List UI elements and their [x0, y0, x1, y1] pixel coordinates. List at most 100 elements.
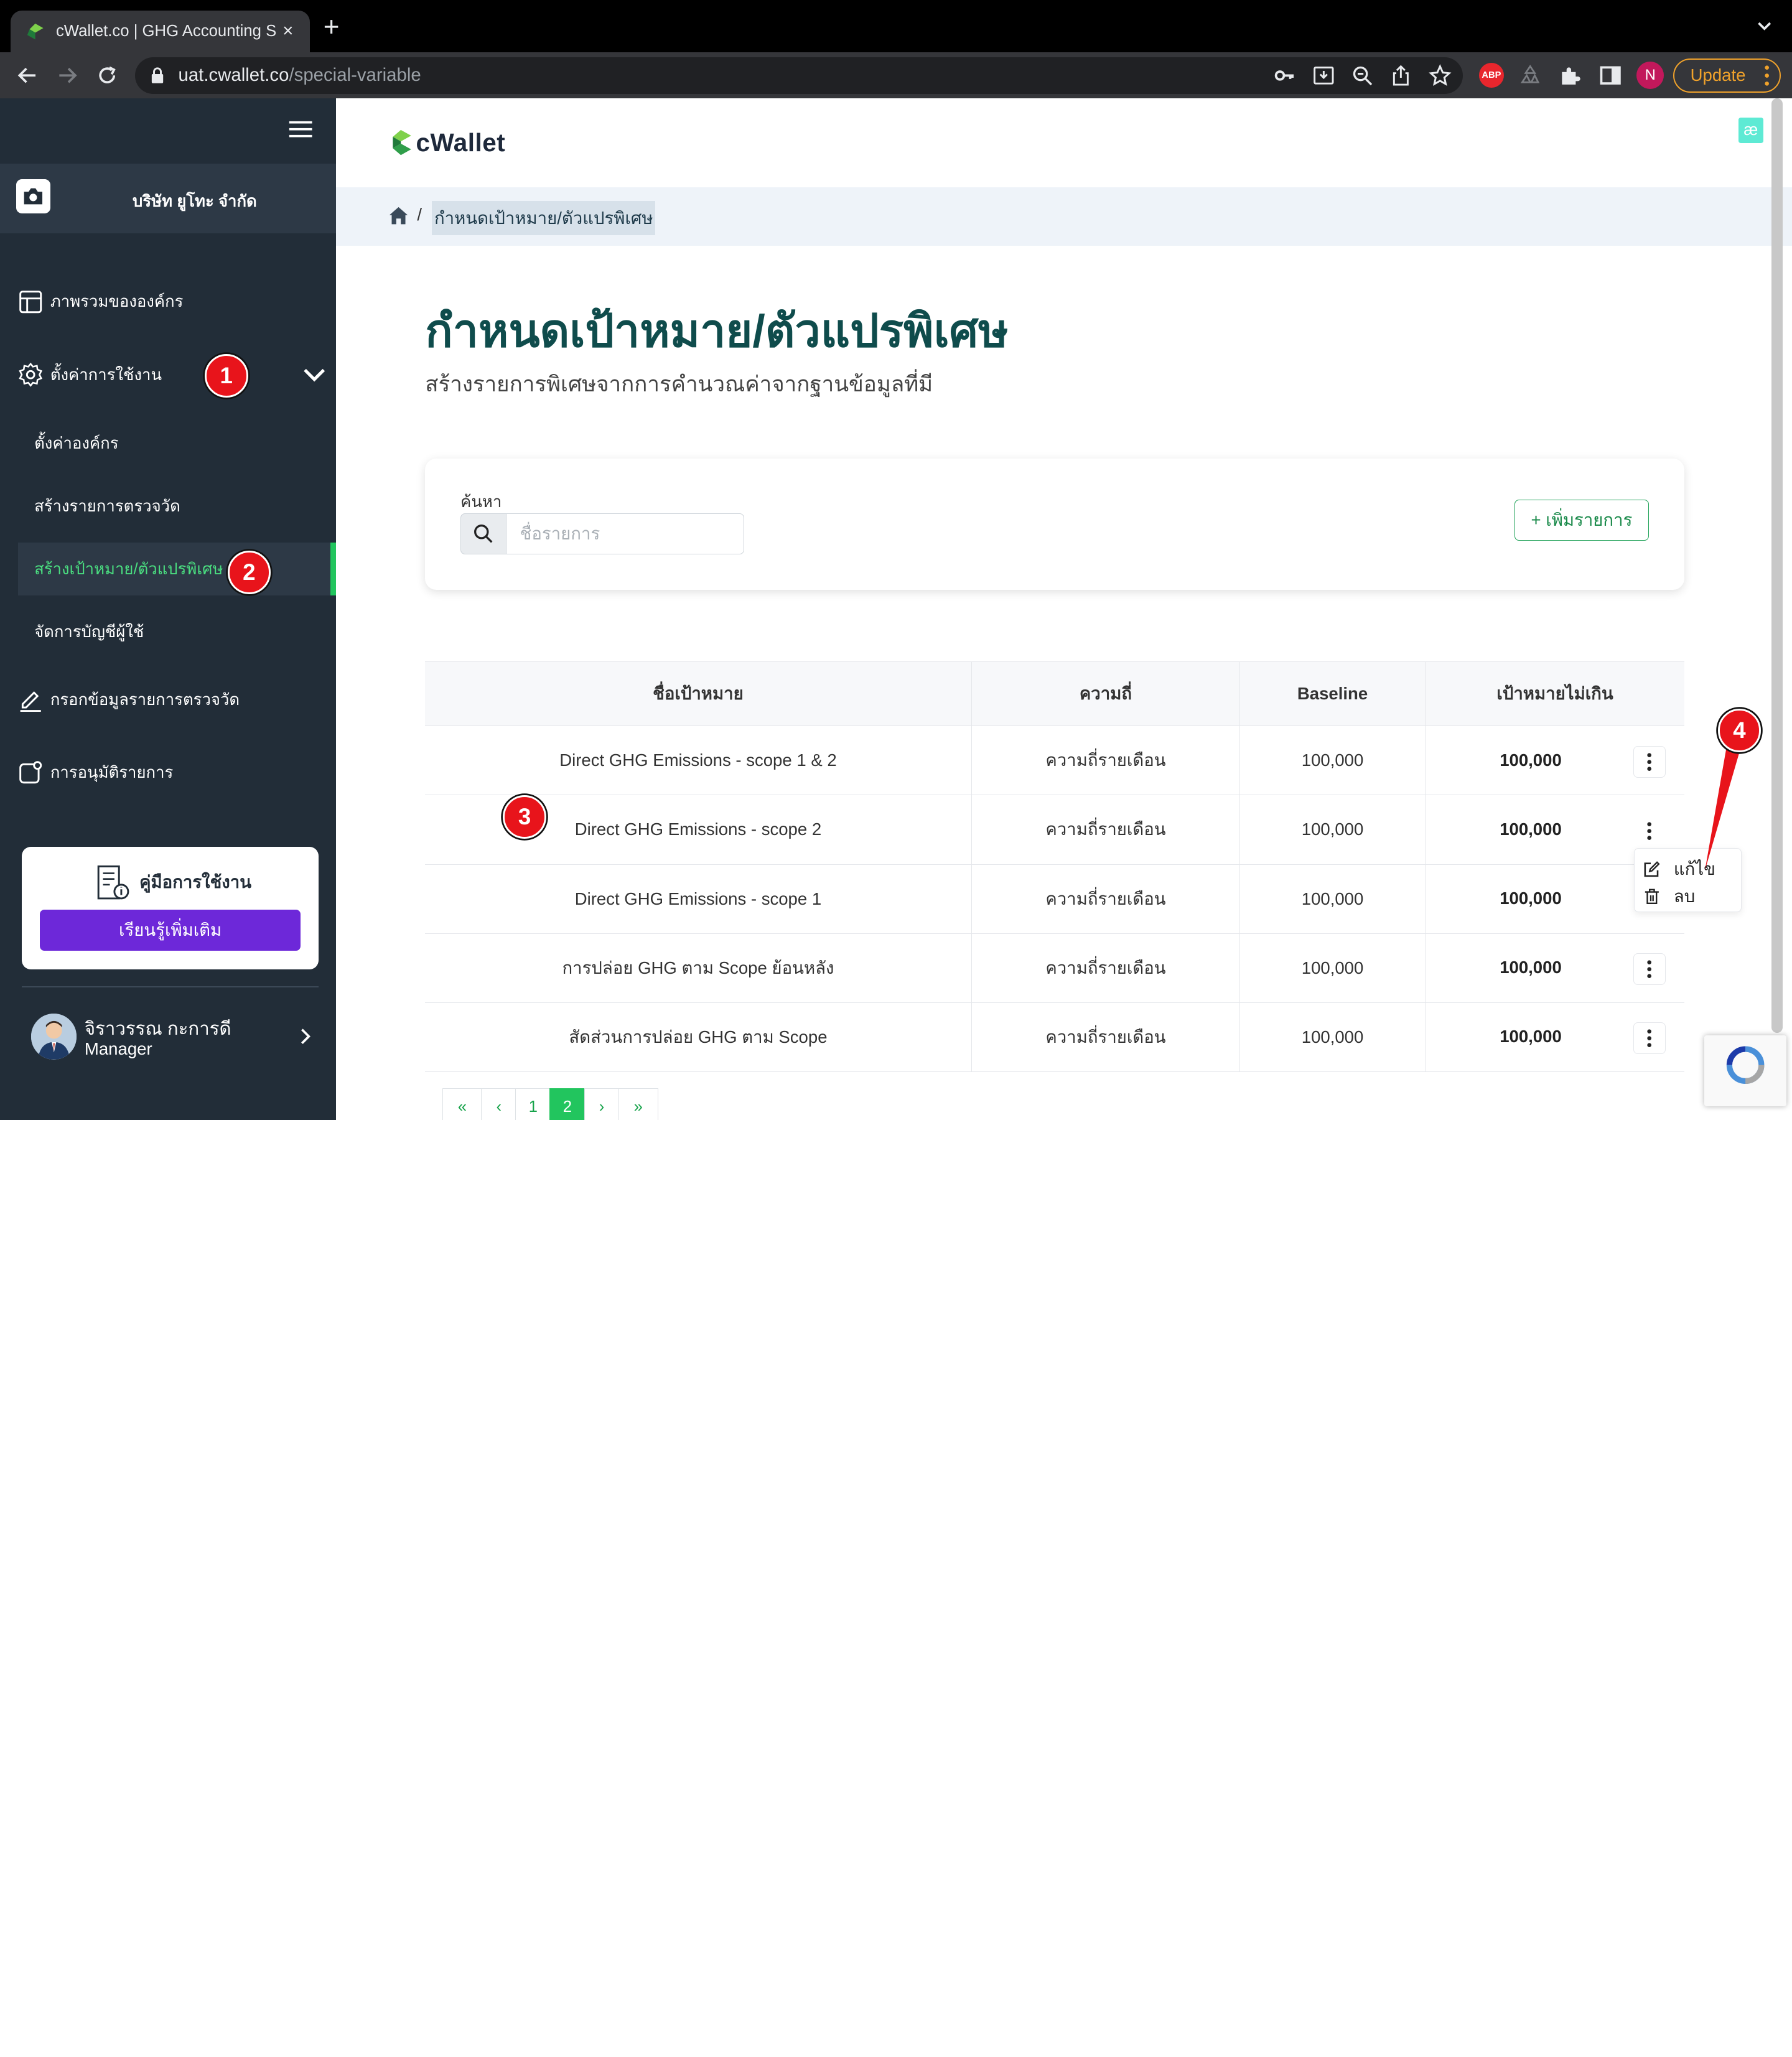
- column-header-name[interactable]: ชื่อเป้าหมาย: [425, 661, 972, 727]
- sidebar-item-settings[interactable]: ตั้งค่าการใช้งาน: [0, 352, 336, 398]
- key-icon[interactable]: [1273, 64, 1296, 87]
- more-vert-icon: [1647, 960, 1652, 978]
- page-subtitle: สร้างรายการพิเศษจากการคำนวณค่าจากฐานข้อม…: [425, 371, 933, 396]
- table-row: Direct GHG Emissions - scope 1 ความถี่รา…: [425, 864, 1685, 934]
- menu-item-label: ลบ: [1673, 886, 1696, 906]
- install-icon[interactable]: [1312, 64, 1335, 87]
- camera-icon[interactable]: [16, 179, 50, 214]
- more-vert-icon: [1647, 1029, 1652, 1047]
- annotation-marker-4: 4: [1717, 708, 1762, 752]
- browser-toolbar: uat.cwallet.co/special-variable: [0, 52, 1792, 98]
- cwallet-logo[interactable]: cWallet: [388, 128, 505, 157]
- sidebar-subitem-user-accounts[interactable]: จัดการบัญชีผู้ใช้: [18, 605, 336, 658]
- avatar[interactable]: [30, 1014, 77, 1060]
- page-last-button[interactable]: »: [618, 1088, 658, 1120]
- target-value: 100,000: [1500, 958, 1562, 977]
- tab-title: cWallet.co | GHG Accounting S: [55, 22, 277, 40]
- cell-frequency: ความถี่รายเดือน: [971, 725, 1241, 796]
- column-header-frequency[interactable]: ความถี่: [971, 661, 1241, 727]
- recaptcha-icon: [1726, 1046, 1764, 1084]
- annotation-marker-2: 2: [227, 551, 271, 595]
- reload-icon[interactable]: [95, 63, 119, 88]
- extensions-puzzle-icon[interactable]: [1557, 63, 1582, 88]
- sidebar-item-data-entry[interactable]: กรอกข้อมูลรายการตรวจวัด: [0, 676, 336, 722]
- sidebar-item-label: กรอกข้อมูลรายการตรวจวัด: [50, 691, 240, 709]
- sidebar-subitem-org-settings[interactable]: ตั้งค่าองค์กร: [18, 417, 336, 469]
- home-icon[interactable]: [388, 206, 409, 225]
- chevron-down-icon[interactable]: [302, 362, 327, 387]
- row-actions-button[interactable]: [1633, 953, 1666, 986]
- update-label: Update: [1690, 65, 1746, 85]
- pagination: « ‹ 1 2 › »: [442, 1088, 658, 1120]
- search-icon[interactable]: [460, 513, 506, 554]
- browser-tab[interactable]: cWallet.co | GHG Accounting S ×: [10, 10, 310, 53]
- gear-icon: [19, 362, 43, 387]
- cell-baseline: 100,000: [1239, 1002, 1426, 1072]
- sidebar-subitem-targets[interactable]: สร้างเป้าหมาย/ตัวแปรพิเศษ: [18, 543, 336, 595]
- manual-book-icon: [97, 865, 129, 900]
- sidebar-divider: [21, 986, 319, 987]
- user-manual-card: คู่มือการใช้งาน เรียนรู้เพิ่มเติม: [21, 846, 319, 969]
- recycle-extension-icon[interactable]: [1518, 63, 1542, 88]
- company-name: บริษัท ยูโทะ จำกัด: [133, 193, 257, 211]
- sidebar-item-approval[interactable]: การอนุมัติรายการ: [0, 750, 336, 795]
- bookmark-star-icon[interactable]: [1429, 63, 1452, 87]
- cell-target: 100,000: [1425, 725, 1685, 796]
- search-input[interactable]: [506, 513, 744, 554]
- add-item-button[interactable]: + เพิ่มรายการ: [1514, 499, 1650, 541]
- side-panel-icon[interactable]: [1598, 63, 1623, 88]
- column-header-target[interactable]: เป้าหมายไม่เกิน: [1425, 661, 1685, 727]
- lock-icon: [152, 67, 164, 84]
- learn-more-button[interactable]: เรียนรู้เพิ่มเติม: [40, 910, 301, 951]
- more-vert-icon[interactable]: [1765, 65, 1769, 86]
- recaptcha-badge[interactable]: [1704, 1035, 1786, 1106]
- page-prev-button[interactable]: ‹: [481, 1088, 517, 1120]
- company-header[interactable]: บริษัท ยูโทะ จำกัด: [0, 163, 336, 233]
- update-button[interactable]: Update: [1673, 58, 1781, 93]
- zoom-out-icon[interactable]: [1351, 64, 1374, 87]
- hamburger-menu-icon[interactable]: [288, 120, 313, 138]
- cwallet-logo-icon: [393, 130, 412, 156]
- row-actions-button[interactable]: [1633, 1022, 1666, 1055]
- page-button-1[interactable]: 1: [515, 1088, 551, 1120]
- column-header-baseline[interactable]: Baseline: [1239, 661, 1426, 727]
- forward-icon[interactable]: [55, 63, 80, 88]
- annotation-pointer-arrow: [1705, 734, 1745, 871]
- annotation-marker-1: 1: [204, 354, 248, 398]
- cell-frequency: ความถี่รายเดือน: [971, 864, 1241, 934]
- subitem-label: สร้างรายการตรวจวัด: [34, 498, 180, 516]
- browser-tabbar: cWallet.co | GHG Accounting S × +: [0, 0, 1792, 53]
- sidebar-subitem-create-measurement[interactable]: สร้างรายการตรวจวัด: [18, 480, 336, 532]
- manual-title: คู่มือการใช้งาน: [139, 872, 252, 892]
- edit-icon: [1644, 861, 1660, 877]
- table-row: การปล่อย GHG ตาม Scope ย้อนหลัง ความถี่ร…: [425, 933, 1685, 1003]
- chevron-right-icon[interactable]: [297, 1027, 314, 1045]
- search-label: ค้นหา: [460, 493, 502, 511]
- breadcrumb-separator: /: [417, 204, 422, 224]
- back-icon[interactable]: [15, 63, 40, 88]
- tab-search-chevron-icon[interactable]: [1755, 16, 1773, 34]
- page-button-2[interactable]: 2: [549, 1088, 586, 1120]
- row-actions-button[interactable]: [1633, 745, 1666, 778]
- sidebar-item-overview[interactable]: ภาพรวมขององค์กร: [0, 279, 336, 324]
- subitem-label: จัดการบัญชีผู้ใช้: [34, 623, 144, 641]
- pencil-icon: [21, 691, 42, 712]
- share-icon[interactable]: [1389, 64, 1412, 87]
- row-actions-button[interactable]: [1633, 814, 1666, 847]
- cell-name: การปล่อย GHG ตาม Scope ย้อนหลัง: [425, 933, 972, 1003]
- cell-name: Direct GHG Emissions - scope 1 & 2: [425, 725, 972, 796]
- page-first-button[interactable]: «: [442, 1088, 483, 1120]
- page-next-button[interactable]: ›: [584, 1088, 620, 1120]
- ae-extension-icon[interactable]: æ: [1738, 118, 1764, 143]
- cell-name: สัดส่วนการปล่อย GHG ตาม Scope: [425, 1002, 972, 1072]
- page-scrollbar[interactable]: [1771, 98, 1783, 1033]
- tab-close-icon[interactable]: ×: [278, 21, 298, 42]
- table-row: Direct GHG Emissions - scope 2 ความถี่รา…: [425, 795, 1685, 865]
- cell-baseline: 100,000: [1239, 933, 1426, 1003]
- targets-table: ชื่อเป้าหมาย ความถี่ Baseline เป้าหมายไม…: [425, 661, 1685, 1120]
- menu-item-delete[interactable]: ลบ: [1644, 883, 1695, 910]
- sidebar-item-label: ภาพรวมขององค์กร: [50, 293, 184, 311]
- new-tab-button[interactable]: +: [324, 13, 340, 41]
- address-bar[interactable]: uat.cwallet.co/special-variable: [134, 57, 1463, 94]
- target-value: 100,000: [1500, 1027, 1562, 1047]
